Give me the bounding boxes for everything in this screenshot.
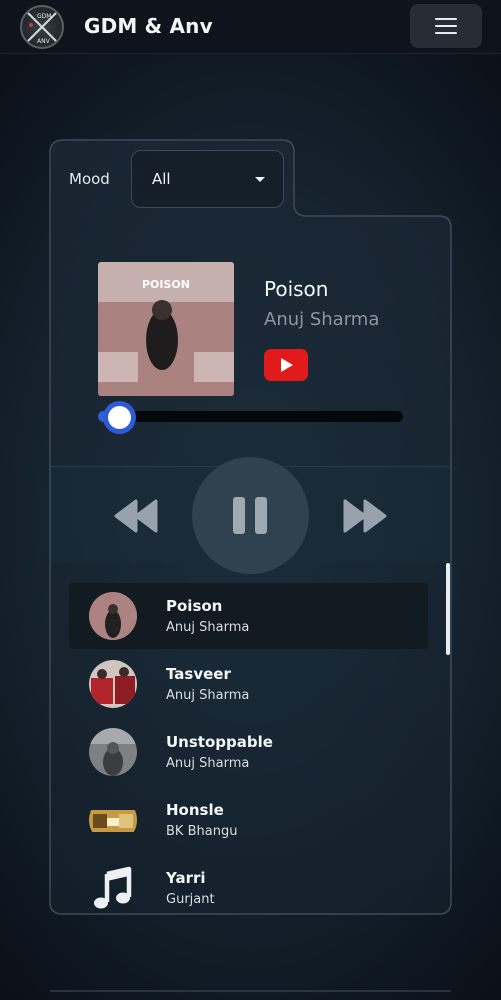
track-title: Tasveer [166, 665, 231, 683]
youtube-play-icon [281, 358, 293, 372]
track-artist: Gurjant [166, 892, 215, 907]
music-note-icon [89, 864, 137, 912]
fast-forward-button[interactable] [342, 497, 387, 539]
track-artist: Anuj Sharma [166, 688, 250, 703]
track-thumbnail [89, 592, 137, 640]
track-title: Yarri [166, 869, 206, 887]
playlist-item-poison[interactable]: Poison Anuj Sharma [69, 583, 428, 649]
now-playing-title: Poison [264, 277, 329, 301]
playlist-item-honsle[interactable]: Honsle BK Bhangu [69, 787, 428, 853]
playlist: Poison Anuj Sharma Tasveer Anuj Sharma U… [51, 566, 450, 912]
chevron-down-icon [255, 177, 265, 182]
mood-selected-value: All [152, 170, 171, 188]
progress-slider[interactable] [98, 411, 403, 422]
playlist-scrollbar[interactable] [446, 563, 450, 655]
rewind-icon [114, 499, 158, 533]
mood-dropdown[interactable]: All [131, 150, 284, 208]
track-artist: BK Bhangu [166, 824, 238, 839]
track-thumbnail [89, 728, 137, 776]
playlist-item-tasveer[interactable]: Tasveer Anuj Sharma [69, 651, 428, 717]
rewind-button[interactable] [114, 497, 159, 539]
playlist-item-unstoppable[interactable]: Unstoppable Anuj Sharma [69, 719, 428, 785]
album-art-title: POISON [142, 278, 190, 291]
fast-forward-icon [343, 499, 387, 533]
playlist-item-yarri[interactable]: Yarri Gurjant [69, 855, 428, 912]
pause-button[interactable] [192, 457, 309, 574]
album-art: POISON [98, 262, 234, 396]
now-playing-artist: Anuj Sharma [264, 309, 380, 330]
track-thumbnail [89, 660, 137, 708]
pause-icon [233, 497, 245, 534]
bottom-divider [50, 990, 451, 992]
track-title: Unstoppable [166, 733, 273, 751]
youtube-button[interactable] [264, 349, 308, 381]
track-artist: Anuj Sharma [166, 620, 250, 635]
track-title: Poison [166, 597, 223, 615]
progress-knob[interactable] [103, 401, 136, 434]
track-title: Honsle [166, 801, 224, 819]
track-thumbnail [89, 796, 137, 844]
mood-label: Mood [69, 170, 110, 188]
track-artist: Anuj Sharma [166, 756, 250, 771]
